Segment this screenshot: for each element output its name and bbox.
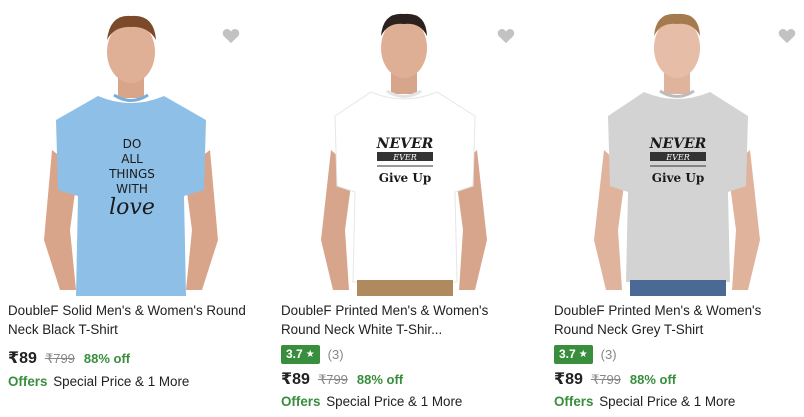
original-price: ₹799 — [590, 372, 621, 387]
rating-count: (3) — [327, 346, 344, 362]
wishlist-heart-icon[interactable] — [497, 28, 515, 44]
offers-label: Offers — [554, 394, 594, 409]
product-title[interactable]: DoubleF Printed Men's & Women's Round Ne… — [554, 301, 799, 339]
product-title[interactable]: DoubleF Printed Men's & Women's Round Ne… — [281, 301, 526, 339]
rating-count: (3) — [600, 346, 617, 362]
svg-text:EVER: EVER — [392, 153, 416, 162]
discount-label: 88% off — [356, 372, 404, 387]
offers-text: Special Price & 1 More — [326, 394, 463, 409]
svg-text:EVER: EVER — [665, 153, 689, 162]
offers-row[interactable]: Offers Special Price & 1 More — [554, 394, 735, 409]
price-row: ₹89 ₹799 88% off — [8, 348, 130, 368]
product-image[interactable]: NEVER EVER Give Up — [586, 0, 768, 296]
product-grid: DO ALL THINGS WITH love DoubleF Solid Me… — [0, 0, 804, 417]
rating-badge: 3.7 ★ — [281, 344, 320, 364]
svg-text:NEVER: NEVER — [376, 136, 434, 152]
svg-text:NEVER: NEVER — [649, 136, 707, 152]
wishlist-heart-icon[interactable] — [778, 28, 796, 44]
product-card[interactable]: NEVER EVER Give Up DoubleF Printed Men's… — [546, 0, 804, 417]
selling-price: ₹89 — [281, 371, 310, 388]
wishlist-heart-icon[interactable] — [222, 28, 240, 44]
offers-label: Offers — [8, 374, 48, 389]
rating-badge: 3.7 ★ — [554, 344, 593, 364]
svg-text:Give Up: Give Up — [379, 171, 431, 185]
original-price: ₹799 — [317, 372, 348, 387]
original-price: ₹799 — [44, 351, 75, 366]
svg-text:DO: DO — [123, 137, 142, 151]
product-image[interactable]: NEVER EVER Give Up — [313, 0, 495, 296]
star-icon: ★ — [578, 348, 588, 360]
product-title[interactable]: DoubleF Solid Men's & Women's Round Neck… — [8, 301, 253, 339]
offers-label: Offers — [281, 394, 321, 409]
rating-row: 3.7 ★ (3) — [281, 344, 344, 364]
discount-label: 88% off — [83, 351, 131, 366]
star-icon: ★ — [305, 348, 315, 360]
selling-price: ₹89 — [554, 371, 583, 388]
svg-text:THINGS: THINGS — [108, 167, 155, 181]
offers-row[interactable]: Offers Special Price & 1 More — [281, 394, 462, 409]
svg-text:WITH: WITH — [116, 182, 148, 196]
rating-row: 3.7 ★ (3) — [554, 344, 617, 364]
rating-value: 3.7 — [559, 346, 576, 361]
offers-text: Special Price & 1 More — [599, 394, 736, 409]
price-row: ₹89 ₹799 88% off — [281, 369, 403, 389]
price-row: ₹89 ₹799 88% off — [554, 369, 676, 389]
svg-text:ALL: ALL — [121, 152, 143, 166]
offers-text: Special Price & 1 More — [53, 374, 190, 389]
svg-text:love: love — [109, 195, 155, 220]
product-card[interactable]: DO ALL THINGS WITH love DoubleF Solid Me… — [0, 0, 262, 417]
offers-row[interactable]: Offers Special Price & 1 More — [8, 374, 189, 389]
product-image[interactable]: DO ALL THINGS WITH love — [40, 0, 222, 296]
product-card[interactable]: NEVER EVER Give Up DoubleF Printed Men's… — [273, 0, 535, 417]
selling-price: ₹89 — [8, 350, 37, 367]
discount-label: 88% off — [629, 372, 677, 387]
rating-value: 3.7 — [286, 346, 303, 361]
svg-text:Give Up: Give Up — [652, 171, 704, 185]
